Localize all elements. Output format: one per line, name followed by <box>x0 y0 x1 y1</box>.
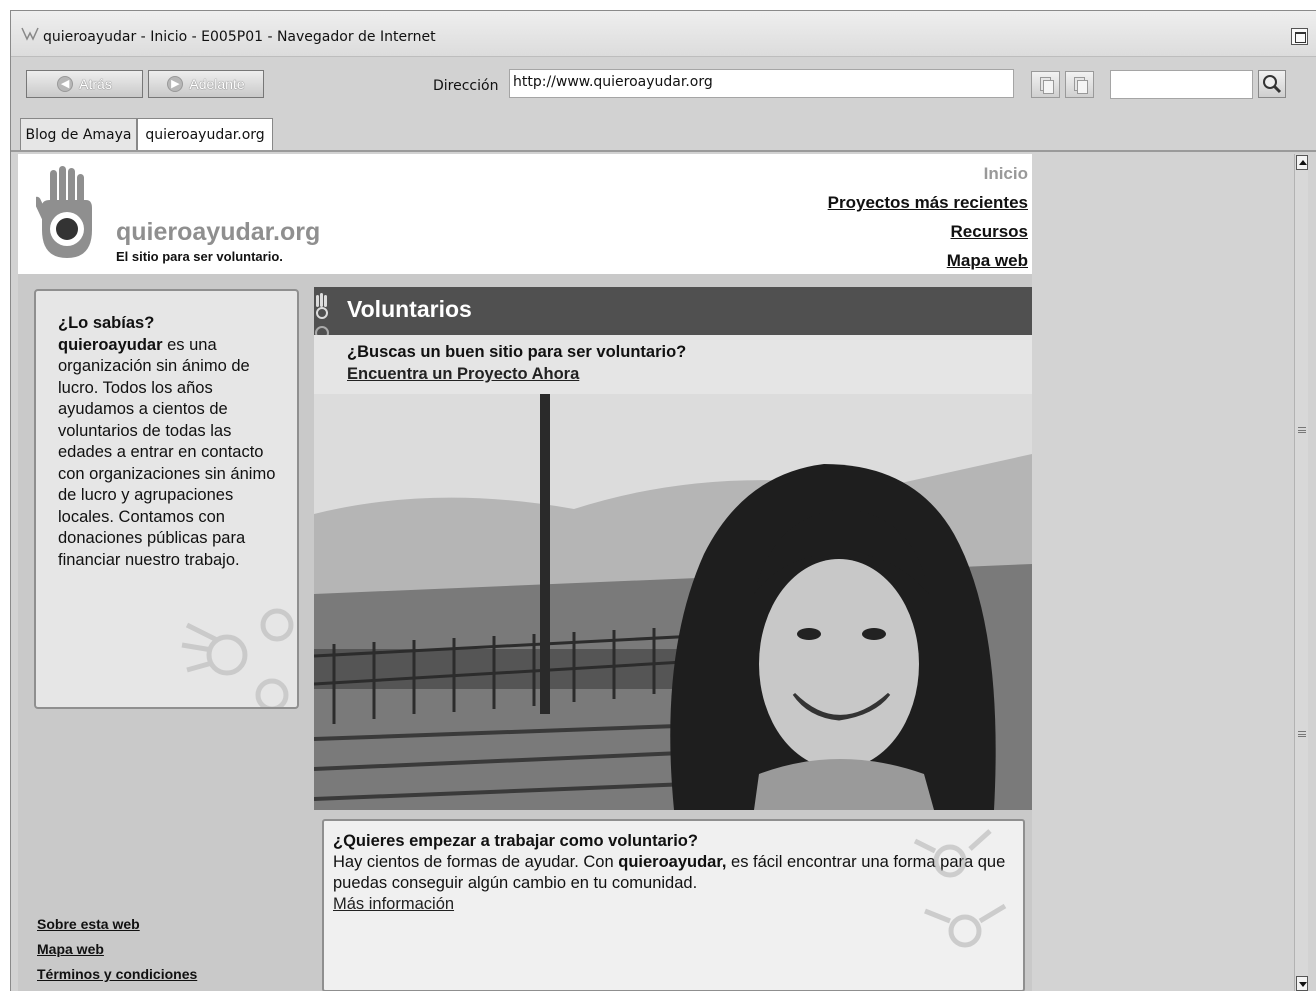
scroll-grip-icon[interactable] <box>1298 731 1306 737</box>
address-label: Dirección <box>433 78 499 94</box>
window-title: quieroayudar - Inicio - E005P01 - Navega… <box>43 29 436 45</box>
search-icon <box>1263 75 1282 94</box>
page-viewport: quieroayudar.org El sitio para ser volun… <box>18 154 1308 991</box>
maximize-button[interactable] <box>1291 28 1308 45</box>
section-header-bar: Voluntarios <box>314 287 1032 340</box>
tab-divider <box>11 150 1316 152</box>
cta-question: ¿Buscas un buen sitio para ser voluntari… <box>347 343 687 361</box>
copy-icon-front <box>1043 80 1054 94</box>
scroll-down-arrow-icon[interactable] <box>1296 976 1308 991</box>
browser-toolbar: ◀ Atrás ▶ Adelante Dirección http://www.… <box>11 58 1316 118</box>
decorative-hands-icon <box>181 608 294 707</box>
copy-button[interactable] <box>1031 71 1060 98</box>
forward-button-label: Adelante <box>189 76 245 92</box>
brand-name-bold: quieroayudar <box>58 335 163 354</box>
paste-icon-front <box>1077 80 1088 94</box>
back-arrow-icon: ◀ <box>57 76 74 92</box>
did-you-know-heading: ¿Lo sabías? <box>58 314 155 332</box>
nav-proyectos-recientes[interactable]: Proyectos más recientes <box>828 193 1028 213</box>
footer-link-mapa-web[interactable]: Mapa web <box>37 941 197 957</box>
page-right-margin <box>1032 154 1294 991</box>
site-tagline: El sitio para ser voluntario. <box>116 249 283 264</box>
forward-arrow-icon: ▶ <box>167 76 184 92</box>
more-info-link[interactable]: Más información <box>333 895 454 913</box>
did-you-know-body: es una organización sin ánimo de lucro. … <box>58 335 276 569</box>
browser-app-icon <box>21 27 39 41</box>
did-you-know-box: ¿Lo sabías? quieroayudar es una organiza… <box>34 289 299 709</box>
section-title: Voluntarios <box>347 296 472 322</box>
promo-text-part1: Hay cientos de formas de ayudar. Con <box>333 853 619 871</box>
did-you-know-text: quieroayudar es una organización sin áni… <box>58 336 275 569</box>
hero-photo <box>314 394 1032 810</box>
vertical-scrollbar[interactable] <box>1294 154 1308 991</box>
footer-links: Sobre esta web Mapa web Términos y condi… <box>37 907 197 982</box>
left-sidebar: ¿Lo sabías? quieroayudar es una organiza… <box>18 274 314 991</box>
find-project-cta: ¿Buscas un buen sitio para ser voluntari… <box>314 335 1032 394</box>
site-header: quieroayudar.org El sitio para ser volun… <box>18 154 1032 274</box>
main-content: Voluntarios ¿Buscas un buen sitio para s… <box>314 274 1032 991</box>
scroll-grip-icon[interactable] <box>1298 427 1306 433</box>
promo-brand: quieroayudar, <box>618 853 727 871</box>
hero-photo-volunteer <box>314 394 1032 810</box>
decorative-hands-icon <box>913 829 1007 948</box>
nav-inicio[interactable]: Inicio <box>984 164 1028 184</box>
footer-link-terminos[interactable]: Términos y condiciones <box>37 966 197 982</box>
back-button[interactable]: ◀ Atrás <box>26 70 143 98</box>
tab-bar: Blog de Amaya quieroayudar.org <box>11 118 1316 150</box>
hand-logo-icon[interactable] <box>36 166 98 262</box>
scroll-up-arrow-icon[interactable] <box>1296 155 1308 170</box>
address-bar[interactable]: http://www.quieroayudar.org <box>509 69 1014 98</box>
nav-recursos[interactable]: Recursos <box>951 222 1028 242</box>
search-input[interactable] <box>1110 70 1253 99</box>
find-project-link[interactable]: Encuentra un Proyecto Ahora <box>347 365 579 384</box>
tab-blog-de-amaya[interactable]: Blog de Amaya <box>20 118 137 150</box>
title-bar: quieroayudar - Inicio - E005P01 - Navega… <box>11 11 1316 57</box>
site-name[interactable]: quieroayudar.org <box>116 218 320 247</box>
footer-link-sobre-esta-web[interactable]: Sobre esta web <box>37 916 197 932</box>
tab-quieroayudar[interactable]: quieroayudar.org <box>137 118 273 150</box>
back-button-label: Atrás <box>79 76 112 92</box>
search-button[interactable] <box>1258 70 1286 98</box>
nav-mapa-web[interactable]: Mapa web <box>947 251 1028 271</box>
volunteer-info-box: ¿Quieres empezar a trabajar como volunta… <box>322 819 1025 991</box>
paste-button[interactable] <box>1065 71 1094 98</box>
forward-button[interactable]: ▶ Adelante <box>148 70 264 98</box>
browser-window: quieroayudar - Inicio - E005P01 - Navega… <box>10 10 1316 991</box>
